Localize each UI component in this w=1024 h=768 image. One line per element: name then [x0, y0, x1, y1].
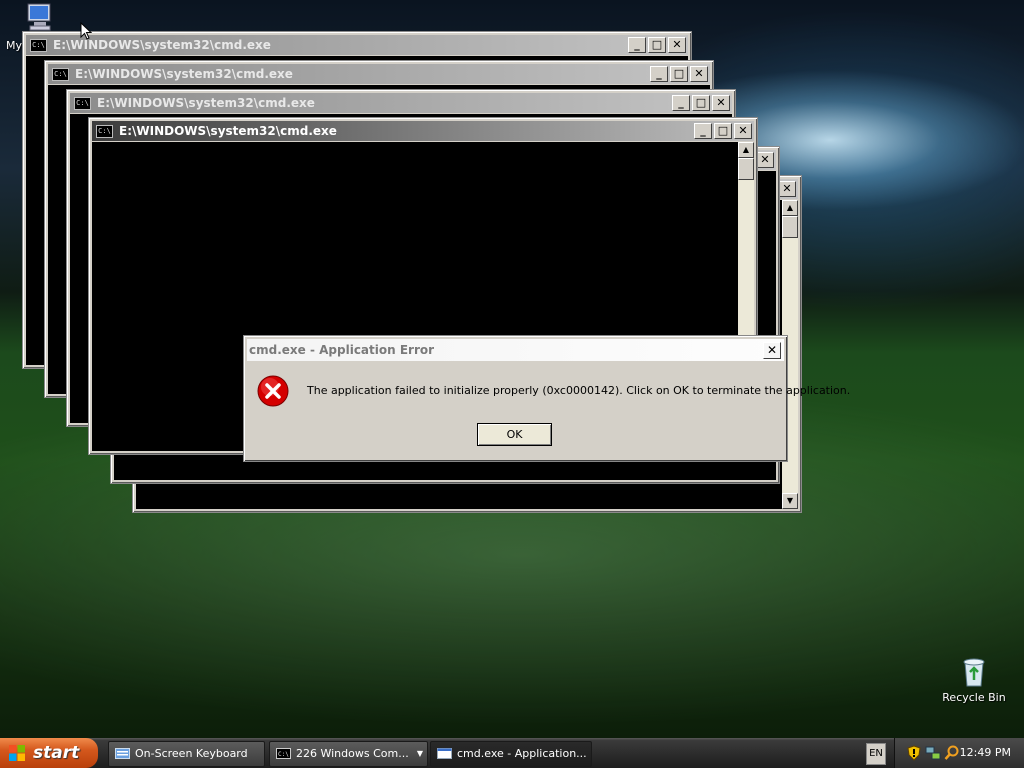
cmd-app-icon: C:\ [74, 97, 91, 110]
taskbar-button-label: On-Screen Keyboard [135, 747, 248, 760]
close-button[interactable]: ✕ [690, 66, 708, 82]
minimize-button[interactable]: _ [650, 66, 668, 82]
close-button[interactable]: ✕ [734, 123, 752, 139]
maximize-button[interactable]: □ [648, 37, 666, 53]
search-icon[interactable] [944, 745, 960, 761]
svg-text:C:\: C:\ [278, 751, 289, 758]
taskbar-button-windows-command-group[interactable]: C:\ 226 Windows Com... ▼ [269, 741, 428, 767]
maximize-button[interactable]: □ [692, 95, 710, 111]
system-tray: 12:49 PM [894, 738, 1024, 768]
taskbar-button-application-error[interactable]: cmd.exe - Application... [430, 741, 592, 767]
scroll-thumb[interactable] [738, 158, 754, 180]
taskbar-button-on-screen-keyboard[interactable]: On-Screen Keyboard [108, 741, 265, 767]
error-message: The application failed to initialize pro… [307, 384, 851, 397]
close-button[interactable]: ✕ [668, 37, 686, 53]
dialog-titlebar[interactable]: cmd.exe - Application Error ✕ [247, 339, 784, 361]
clock[interactable]: 12:49 PM [960, 738, 1011, 768]
language-indicator[interactable]: EN [866, 743, 886, 765]
mouse-cursor-icon [80, 22, 92, 40]
cmd-window-2-titlebar[interactable]: C:\ E:\WINDOWS\system32\cmd.exe _ □ ✕ [48, 64, 710, 84]
close-button[interactable]: ✕ [756, 152, 774, 168]
dialog-close-button[interactable]: ✕ [763, 342, 781, 359]
start-label: start [33, 743, 80, 763]
cmd-window-active-titlebar[interactable]: C:\ E:\WINDOWS\system32\cmd.exe _ □ ✕ [92, 121, 754, 141]
minimize-button[interactable]: _ [628, 37, 646, 53]
desktop-icon-recycle-bin[interactable]: Recycle Bin [940, 656, 1008, 704]
cmd-window-3-titlebar[interactable]: C:\ E:\WINDOWS\system32\cmd.exe _ □ ✕ [70, 93, 732, 113]
keyboard-icon [115, 748, 130, 759]
taskbar: start On-Screen Keyboard C:\ 226 Windows… [0, 738, 1024, 768]
windows-flag-icon [9, 745, 25, 761]
group-dropdown-arrow-icon[interactable]: ▼ [417, 742, 423, 766]
my-computer-icon [27, 3, 51, 31]
close-button[interactable]: ✕ [778, 181, 796, 197]
cmd-window-1-titlebar[interactable]: C:\ E:\WINDOWS\system32\cmd.exe _ □ ✕ [26, 35, 688, 55]
error-icon [257, 375, 289, 407]
taskbar-button-label: 226 Windows Com... [296, 747, 409, 760]
cmd-icon: C:\ [276, 748, 291, 759]
cmd-app-icon: C:\ [96, 125, 113, 138]
network-icon[interactable] [925, 745, 941, 761]
cmd-window-2-title: E:\WINDOWS\system32\cmd.exe [75, 67, 293, 81]
scroll-down-arrow-icon[interactable]: ▼ [782, 493, 798, 509]
cmd-app-icon: C:\ [52, 68, 69, 81]
desktop-icon-my-computer-label: My [6, 39, 23, 52]
recycle-bin-icon [963, 658, 985, 687]
cmd-app-icon: C:\ [30, 39, 47, 52]
cmd-window-active-title: E:\WINDOWS\system32\cmd.exe [119, 124, 337, 138]
scroll-thumb[interactable] [782, 216, 798, 238]
window-icon [437, 748, 452, 759]
maximize-button[interactable]: □ [670, 66, 688, 82]
application-error-dialog[interactable]: cmd.exe - Application Error ✕ The applic… [243, 335, 850, 462]
security-shield-icon[interactable] [906, 745, 922, 761]
desktop-icon-recycle-bin-label: Recycle Bin [942, 691, 1006, 704]
cmd-window-3-title: E:\WINDOWS\system32\cmd.exe [97, 96, 315, 110]
minimize-button[interactable]: _ [694, 123, 712, 139]
start-button[interactable]: start [0, 738, 98, 768]
close-button[interactable]: ✕ [712, 95, 730, 111]
taskbar-button-label: cmd.exe - Application... [457, 747, 587, 760]
maximize-button[interactable]: □ [714, 123, 732, 139]
scroll-up-arrow-icon[interactable]: ▲ [738, 142, 754, 158]
scroll-up-arrow-icon[interactable]: ▲ [782, 200, 798, 216]
dialog-title: cmd.exe - Application Error [249, 343, 435, 357]
minimize-button[interactable]: _ [672, 95, 690, 111]
ok-button[interactable]: OK [477, 423, 552, 446]
